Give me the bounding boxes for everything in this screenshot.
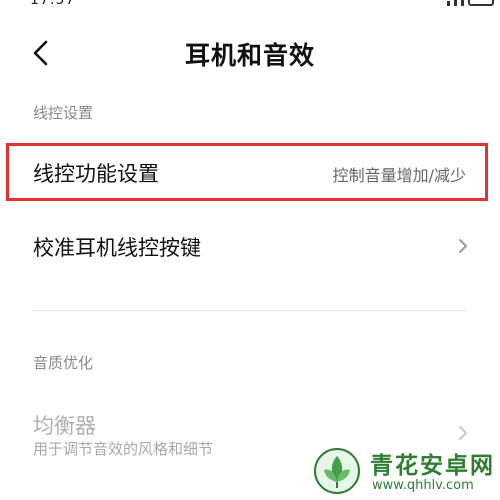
watermark-url: www.qhhlv.com: [372, 478, 474, 493]
signal-icon: [447, 1, 450, 6]
section-label-wire-control: 线控设置: [33, 104, 94, 122]
highlight-box: [6, 143, 488, 201]
settings-row-calibrate-buttons[interactable]: 校准耳机线控按键: [0, 218, 500, 274]
header: 耳机和音效: [0, 26, 500, 80]
status-time: 17:57: [30, 0, 76, 8]
signal-icon: [454, 0, 457, 6]
status-icons: [447, 0, 494, 6]
row-label: 均衡器: [33, 414, 96, 438]
watermark-title: 青花安卓网: [370, 453, 495, 479]
page-title: 耳机和音效: [184, 41, 315, 70]
battery-icon: [468, 0, 494, 6]
divider: [33, 310, 467, 311]
section-label-sound-quality: 音质优化: [33, 354, 94, 372]
status-bar: 17:57: [0, 0, 500, 8]
chevron-right-icon: [458, 425, 468, 441]
row-subtitle: 用于调节音效的风格和细节: [33, 440, 214, 458]
chevron-right-icon: [458, 238, 468, 254]
signal-icon: [461, 0, 464, 6]
row-label: 校准耳机线控按键: [33, 236, 201, 260]
qinghua-logo-icon: [312, 446, 362, 496]
watermark: 青花安卓网 www.qhhlv.com: [312, 444, 500, 500]
